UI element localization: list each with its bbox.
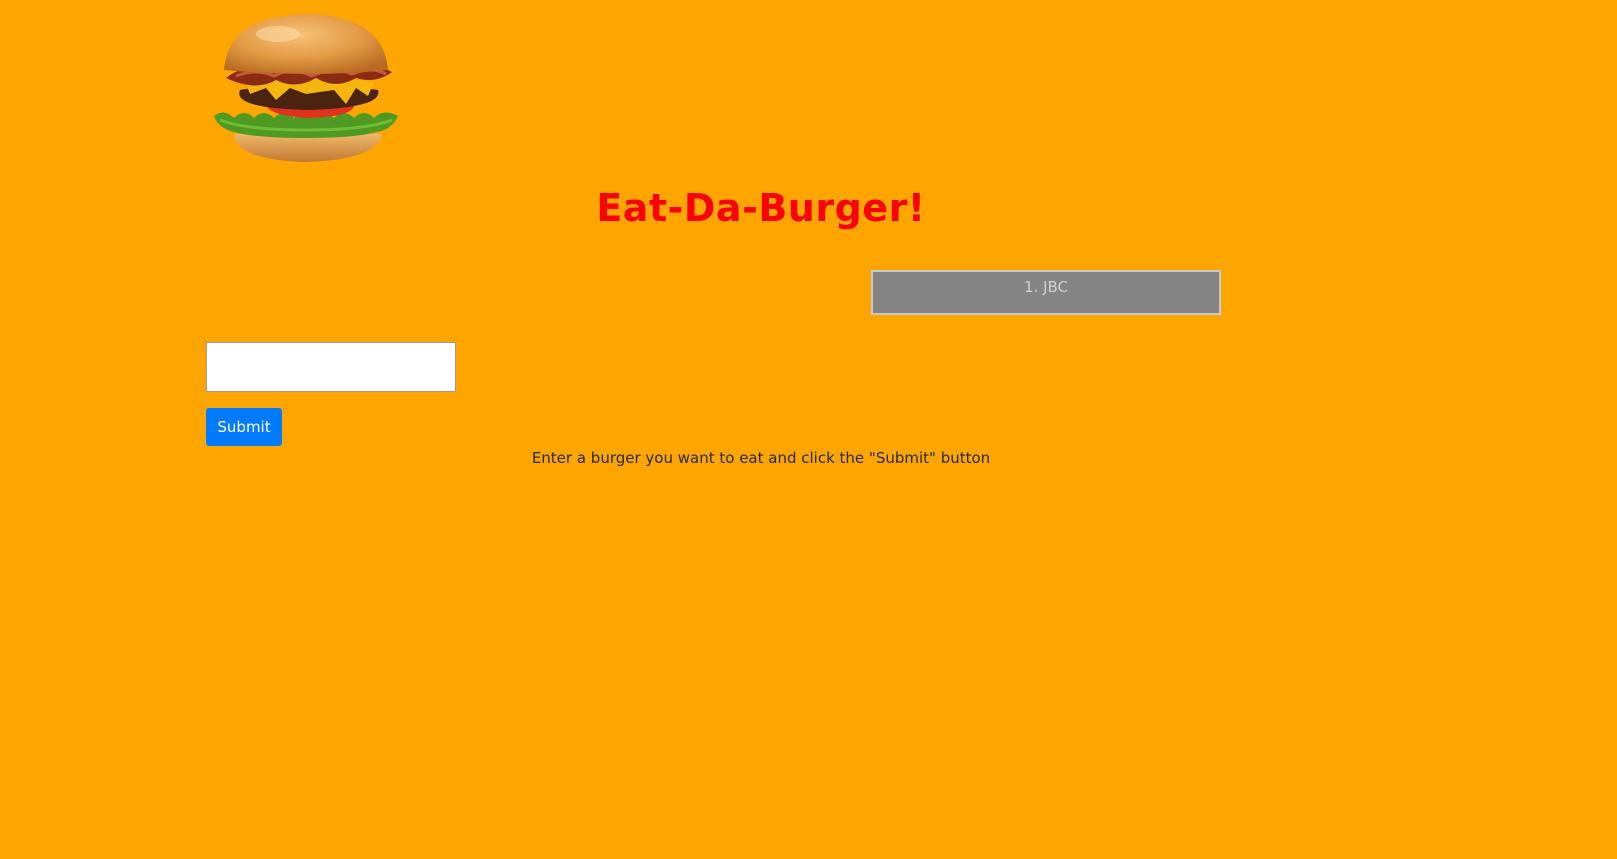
- submit-button[interactable]: Submit: [206, 408, 282, 446]
- burger-list-item[interactable]: 1. JBC: [871, 270, 1221, 315]
- page-title: Eat-Da-Burger!: [596, 186, 926, 230]
- instructions-text: Enter a burger you want to eat and click…: [531, 449, 991, 467]
- burger-list: 1. JBC: [871, 270, 1221, 315]
- burger-name-input[interactable]: [206, 342, 456, 392]
- page: Eat-Da-Burger! 1. JBC Submit Enter a bur…: [0, 0, 1617, 859]
- burger-icon: [214, 14, 398, 162]
- burger-logo-image: [206, 12, 406, 164]
